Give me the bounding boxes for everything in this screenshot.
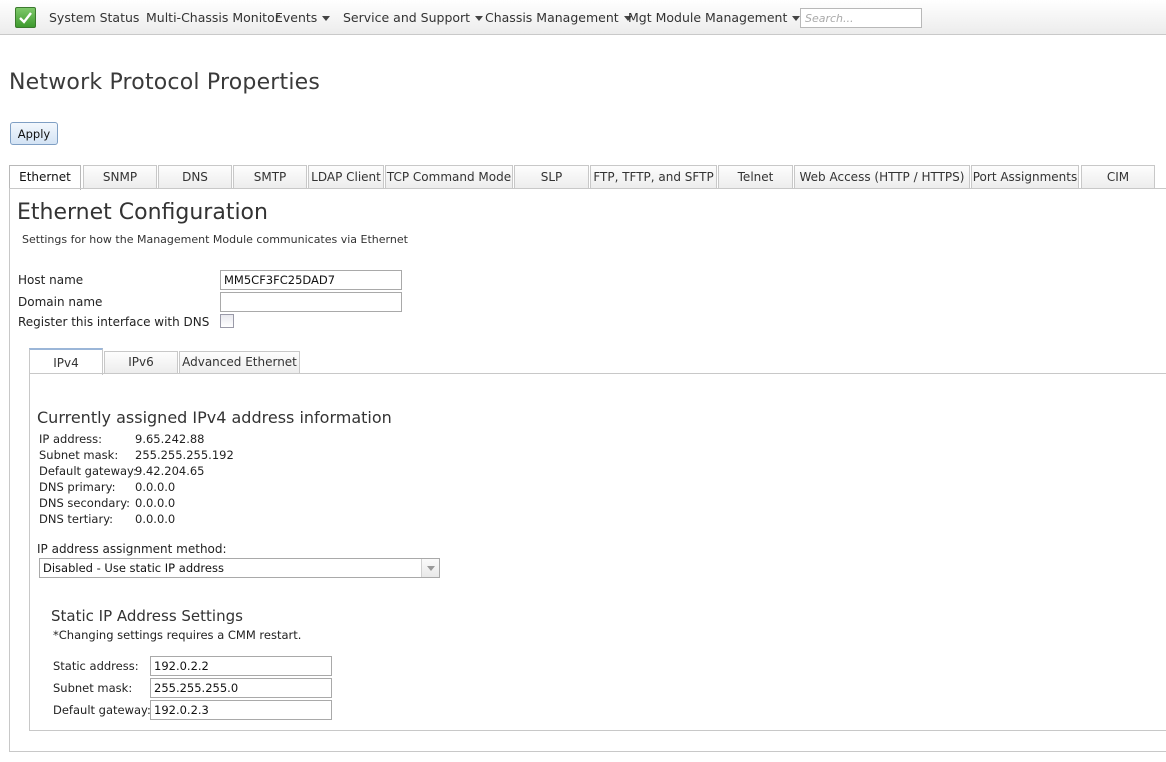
tab-ipv4[interactable]: IPv4 <box>29 348 103 375</box>
apply-button[interactable]: Apply <box>10 122 58 145</box>
host-name-label: Host name <box>18 273 84 287</box>
domain-name-field[interactable] <box>220 292 402 312</box>
domain-name-label: Domain name <box>18 295 103 309</box>
nav-system-status[interactable]: System Status <box>49 10 139 25</box>
ip-address-label: IP address: <box>39 432 103 446</box>
chevron-down-icon[interactable] <box>421 559 439 577</box>
nav-service-and-support[interactable]: Service and Support <box>343 10 484 25</box>
chevron-down-icon <box>475 16 484 21</box>
static-address-label: Static address: <box>53 659 139 673</box>
top-nav-bar: System Status Multi-Chassis Monitor Even… <box>0 0 1166 35</box>
dns-secondary-label: DNS secondary: <box>39 496 131 510</box>
tab-ipv6[interactable]: IPv6 <box>104 351 178 374</box>
section-title: Ethernet Configuration <box>17 200 268 225</box>
ipv4-info-title: Currently assigned IPv4 address informat… <box>37 408 392 427</box>
tab-ethernet[interactable]: Ethernet <box>9 165 81 190</box>
checkmark-icon[interactable] <box>15 7 36 28</box>
nav-chassis-management[interactable]: Chassis Management <box>485 10 632 25</box>
restart-note: *Changing settings requires a CMM restar… <box>53 628 302 642</box>
tab-ftp-tftp-sftp[interactable]: FTP, TFTP, and SFTP <box>590 165 717 189</box>
static-gateway-field[interactable] <box>150 700 332 720</box>
static-subnet-field[interactable] <box>150 678 332 698</box>
assignment-method-select[interactable]: Disabled - Use static IP address <box>39 558 440 578</box>
subnet-mask-value: 255.255.255.192 <box>135 448 234 462</box>
tab-slp[interactable]: SLP <box>514 165 589 189</box>
tab-advanced-ethernet[interactable]: Advanced Ethernet <box>179 351 300 374</box>
main-tab-strip: Ethernet SNMP DNS SMTP LDAP Client TCP C… <box>9 165 1166 190</box>
tab-telnet[interactable]: Telnet <box>718 165 793 189</box>
ip-address-value: 9.65.242.88 <box>135 432 205 446</box>
tab-snmp[interactable]: SNMP <box>83 165 157 189</box>
tab-dns[interactable]: DNS <box>158 165 232 189</box>
nav-multi-chassis-monitor[interactable]: Multi-Chassis Monitor <box>146 10 280 25</box>
assignment-method-value: Disabled - Use static IP address <box>43 561 224 575</box>
static-subnet-label: Subnet mask: <box>53 681 133 695</box>
dns-tertiary-value: 0.0.0.0 <box>135 512 176 526</box>
host-name-field[interactable] <box>220 270 402 290</box>
dns-secondary-value: 0.0.0.0 <box>135 496 176 510</box>
tab-ldap-client[interactable]: LDAP Client <box>308 165 384 189</box>
nav-events[interactable]: Events <box>275 10 331 25</box>
register-dns-label: Register this interface with DNS <box>18 315 210 329</box>
tab-cim[interactable]: CIM <box>1081 165 1155 189</box>
assignment-method-label: IP address assignment method: <box>37 542 227 556</box>
nav-mgt-module-management[interactable]: Mgt Module Management <box>628 10 801 25</box>
tab-smtp[interactable]: SMTP <box>233 165 307 189</box>
tab-web-access[interactable]: Web Access (HTTP / HTTPS) <box>794 165 970 189</box>
tab-tcp-command-mode[interactable]: TCP Command Mode <box>385 165 513 189</box>
default-gateway-value: 9.42.204.65 <box>135 464 205 478</box>
dns-primary-label: DNS primary: <box>39 480 116 494</box>
search-input[interactable] <box>800 8 922 28</box>
static-settings-title: Static IP Address Settings <box>51 607 243 625</box>
register-dns-checkbox[interactable] <box>220 314 234 328</box>
section-description: Settings for how the Management Module c… <box>22 233 408 246</box>
static-gateway-label: Default gateway: <box>53 703 151 717</box>
dns-tertiary-label: DNS tertiary: <box>39 512 114 526</box>
default-gateway-label: Default gateway: <box>39 464 137 478</box>
dns-primary-value: 0.0.0.0 <box>135 480 176 494</box>
subnet-mask-label: Subnet mask: <box>39 448 119 462</box>
chevron-down-icon <box>322 16 331 21</box>
page-title: Network Protocol Properties <box>9 70 321 95</box>
static-address-field[interactable] <box>150 656 332 676</box>
tab-port-assignments[interactable]: Port Assignments <box>971 165 1079 189</box>
